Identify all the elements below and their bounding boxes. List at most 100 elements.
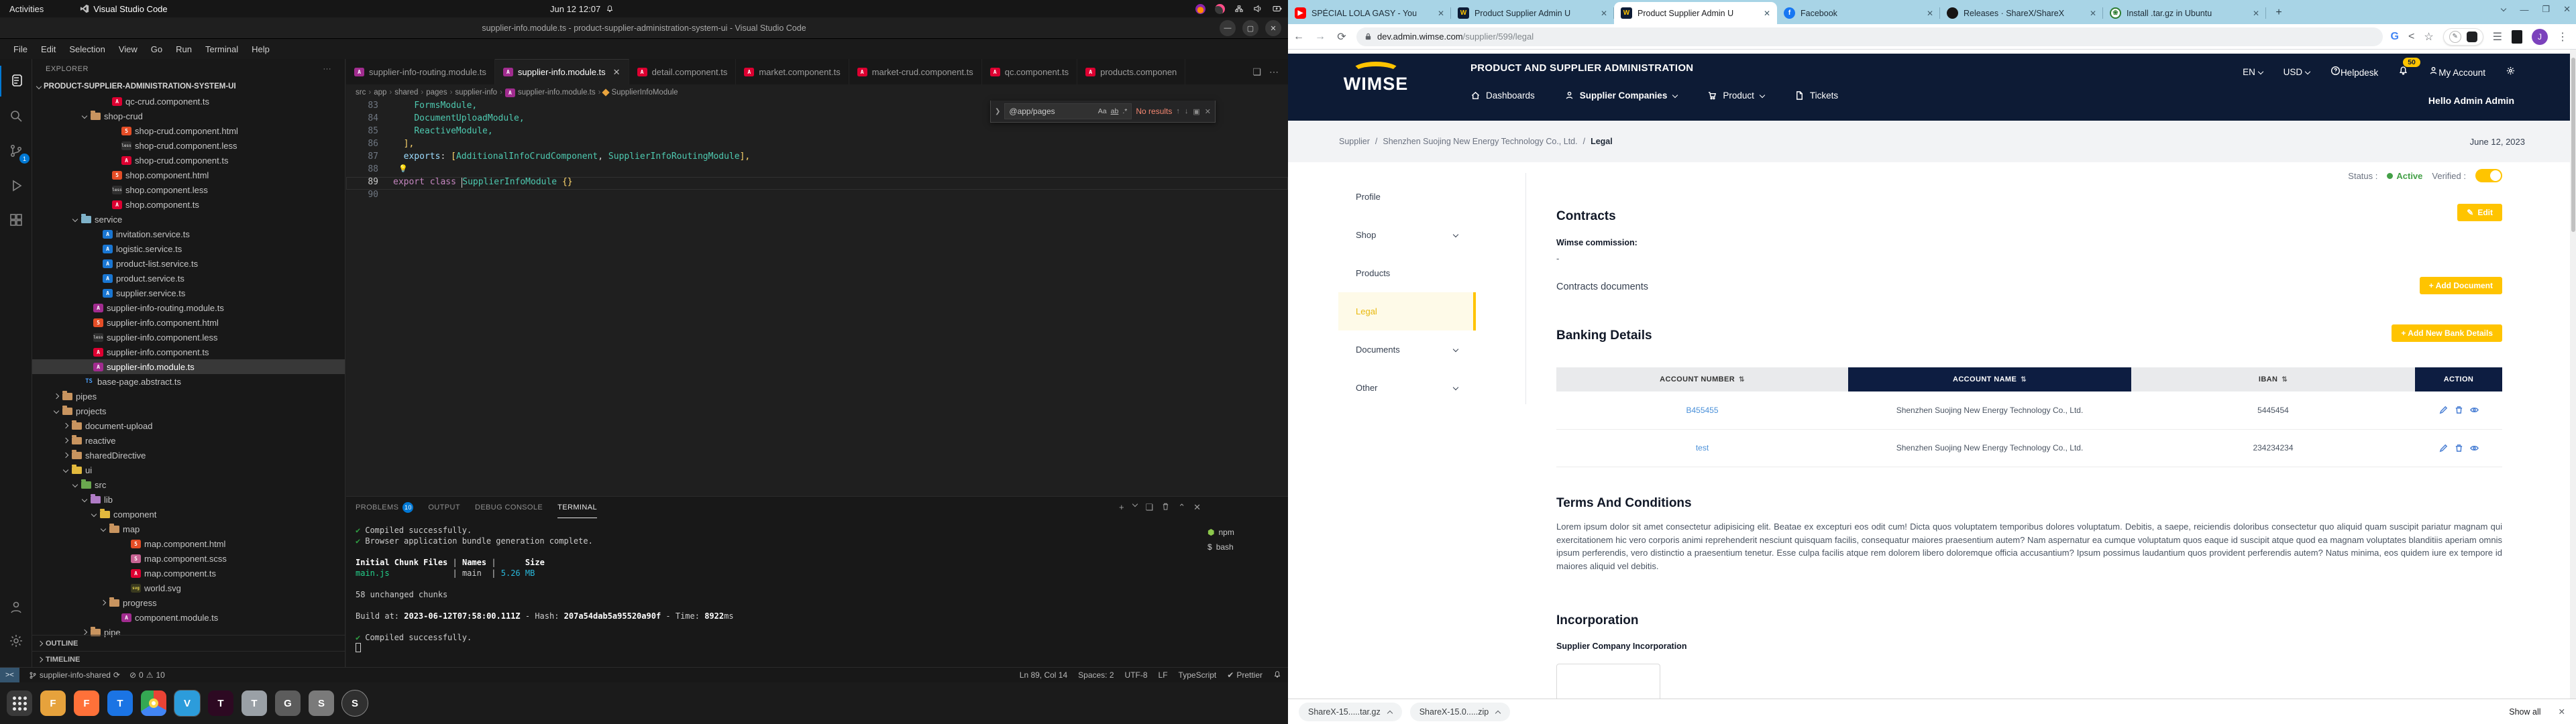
code-line-86[interactable]: 86 ], bbox=[346, 139, 1288, 152]
source-control-icon[interactable]: 1 bbox=[0, 135, 32, 166]
code-line-88[interactable]: 88💡 bbox=[346, 164, 1288, 177]
system-tray[interactable] bbox=[1195, 4, 1283, 14]
panel-tab-debug-console[interactable]: DEBUG CONSOLE bbox=[475, 497, 543, 518]
maximize-button[interactable]: ▢ bbox=[1242, 20, 1258, 36]
download-item[interactable]: ShareX-15.0.....zip bbox=[1410, 703, 1511, 721]
tree-item-logistic.service.ts[interactable]: Alogistic.service.ts bbox=[32, 241, 345, 256]
problems-summary[interactable]: ⊘0 ⚠10 bbox=[129, 670, 165, 680]
tree-item-shop-crud.component.ts[interactable]: Ashop-crud.component.ts bbox=[32, 153, 345, 168]
close-tab-icon[interactable]: ✕ bbox=[613, 67, 621, 78]
nav-product[interactable]: Product bbox=[1707, 90, 1765, 101]
settings-icon[interactable]: S bbox=[309, 690, 334, 716]
browser-tab-leaf[interactable]: ❀Install .tar.gz in Ubuntu✕ bbox=[2103, 2, 2266, 24]
view-icon[interactable] bbox=[2470, 444, 2479, 452]
show-all-downloads[interactable]: Show all bbox=[2509, 707, 2540, 717]
share-icon[interactable]: < bbox=[2408, 31, 2414, 43]
delete-icon[interactable] bbox=[2455, 444, 2463, 452]
tree-item-ui[interactable]: ui bbox=[32, 463, 345, 477]
tree-item-qc-crud.component.ts[interactable]: Aqc-crud.component.ts bbox=[32, 94, 345, 109]
page-scrollbar[interactable] bbox=[2570, 50, 2576, 699]
menu-products[interactable]: Products bbox=[1338, 254, 1476, 292]
forward-button[interactable]: → bbox=[1309, 31, 1331, 43]
explorer-icon[interactable] bbox=[0, 66, 32, 97]
settings-gear-icon[interactable] bbox=[2506, 66, 2516, 78]
tree-item-shop.component.ts[interactable]: Ashop.component.ts bbox=[32, 197, 345, 212]
tree-item-map.component.ts[interactable]: Amap.component.ts bbox=[32, 566, 345, 581]
language-select[interactable]: EN bbox=[2243, 67, 2263, 77]
code-line-87[interactable]: 87 exports: [AdditionalInfoCrudComponent… bbox=[346, 152, 1288, 164]
menu-item-run[interactable]: Run bbox=[169, 44, 199, 54]
tab-search-icon[interactable] bbox=[2501, 7, 2506, 12]
google-lens-icon[interactable]: G bbox=[2391, 31, 2399, 43]
chrome-icon[interactable] bbox=[141, 690, 166, 716]
git-branch[interactable]: supplier-info-shared ⟳ bbox=[29, 670, 120, 680]
panel-tab-output[interactable]: OUTPUT bbox=[428, 497, 460, 518]
new-tab-button[interactable]: + bbox=[2270, 4, 2288, 21]
run-debug-icon[interactable] bbox=[0, 170, 32, 201]
verified-toggle[interactable] bbox=[2475, 169, 2502, 182]
battery-icon[interactable] bbox=[1272, 5, 1283, 13]
currency-select[interactable]: USD bbox=[2284, 67, 2310, 77]
delete-icon[interactable] bbox=[2455, 406, 2463, 414]
tray-indicator-icon[interactable] bbox=[1215, 4, 1225, 14]
restore-button[interactable]: ❐ bbox=[2542, 4, 2550, 15]
nav-dashboards[interactable]: Dashboards bbox=[1470, 90, 1535, 101]
files-icon[interactable]: F bbox=[40, 690, 66, 716]
tree-item-component.module.ts[interactable]: Acomponent.module.ts bbox=[32, 610, 345, 625]
extension-icon[interactable] bbox=[2467, 32, 2477, 42]
split-terminal-icon[interactable]: ❏ bbox=[1146, 502, 1154, 513]
browser-tab-github[interactable]: Releases · ShareX/ShareX✕ bbox=[1940, 2, 2103, 24]
find-next-icon[interactable]: ↓ bbox=[1185, 107, 1189, 116]
tree-item-src[interactable]: src bbox=[32, 477, 345, 492]
settings-gear-icon[interactable] bbox=[0, 625, 32, 656]
breadcrumb-item[interactable]: SupplierInfoModule bbox=[611, 88, 678, 97]
network-icon[interactable] bbox=[1234, 5, 1244, 13]
close-panel-icon[interactable]: ✕ bbox=[1193, 502, 1201, 513]
breadcrumb-item[interactable]: shared bbox=[394, 88, 418, 97]
notifications-bell-icon[interactable] bbox=[1273, 670, 1281, 680]
extensions-icon[interactable] bbox=[0, 205, 32, 236]
tree-item-projects[interactable]: projects bbox=[32, 404, 345, 418]
account-number-link[interactable]: B455455 bbox=[1686, 406, 1718, 415]
sidebar-extension-icon[interactable] bbox=[2512, 30, 2522, 44]
breadcrumb[interactable]: src›app›shared›pages›supplier-info›Asupp… bbox=[346, 84, 1288, 101]
view-icon[interactable] bbox=[2470, 406, 2479, 414]
wimse-logo[interactable]: WIMSE bbox=[1339, 62, 1413, 95]
tree-item-service[interactable]: service bbox=[32, 212, 345, 227]
tree-item-shop.component.less[interactable]: lessshop.component.less bbox=[32, 182, 345, 197]
tree-item-shop-crud[interactable]: shop-crud bbox=[32, 109, 345, 123]
find-expand-icon[interactable]: ❯ bbox=[995, 108, 1000, 115]
my-account-button[interactable]: My Account bbox=[2428, 66, 2485, 78]
grammarly-extension-icon[interactable]: ✎ bbox=[2449, 31, 2461, 43]
column-header[interactable]: ACCOUNT NUMBER⇅ bbox=[1556, 367, 1848, 391]
tree-item-shop.component.html[interactable]: 5shop.component.html bbox=[32, 168, 345, 182]
notifications-bell-icon[interactable]: 50 bbox=[2398, 66, 2408, 78]
code-line-85[interactable]: 85 ReactiveModule, bbox=[346, 126, 1288, 139]
breadcrumb-item[interactable]: app bbox=[374, 88, 386, 97]
close-tab-icon[interactable]: ✕ bbox=[1927, 9, 1933, 18]
tree-item-product-list.service.ts[interactable]: Aproduct-list.service.ts bbox=[32, 256, 345, 271]
editor-tab-supplier-info.module.ts[interactable]: Asupplier-info.module.ts✕ bbox=[495, 59, 629, 84]
find-prev-icon[interactable]: ↑ bbox=[1176, 107, 1180, 116]
tree-item-map.component.scss[interactable]: Smap.component.scss bbox=[32, 551, 345, 566]
bookmark-star-icon[interactable]: ☆ bbox=[2424, 30, 2433, 44]
firefox-icon[interactable]: F bbox=[74, 690, 99, 716]
terminal-dropdown-icon[interactable] bbox=[1132, 502, 1138, 507]
close-button[interactable]: ✕ bbox=[1265, 20, 1281, 36]
close-downloads-bar-icon[interactable]: ✕ bbox=[2559, 707, 2565, 717]
tree-item-world.svg[interactable]: svgworld.svg bbox=[32, 581, 345, 595]
close-tab-icon[interactable]: ✕ bbox=[1764, 9, 1770, 18]
find-input[interactable]: @app/pages Aa ab .* bbox=[1004, 103, 1132, 119]
tree-item-supplier-info.component.ts[interactable]: Asupplier-info.component.ts bbox=[32, 345, 345, 359]
edit-icon[interactable] bbox=[2439, 406, 2448, 414]
scrollbar-thumb[interactable] bbox=[2571, 58, 2575, 232]
code-line-89[interactable]: 89export class SupplierInfoModule {} bbox=[346, 177, 1288, 190]
tray-app-icon[interactable] bbox=[1195, 4, 1205, 14]
tree-item-product.service.ts[interactable]: Aproduct.service.ts bbox=[32, 271, 345, 286]
browser-tab-facebook[interactable]: fFacebook✕ bbox=[1777, 2, 1940, 24]
nav-supplier-companies[interactable]: Supplier Companies bbox=[1564, 90, 1678, 101]
tree-item-supplier-info.component.less[interactable]: lesssupplier-info.component.less bbox=[32, 330, 345, 345]
menu-item-go[interactable]: Go bbox=[144, 44, 169, 54]
menu-legal[interactable]: Legal bbox=[1338, 292, 1476, 330]
project-root-folder[interactable]: PRODUCT-SUPPLIER-ADMINISTRATION-SYSTEM-U… bbox=[32, 79, 345, 94]
